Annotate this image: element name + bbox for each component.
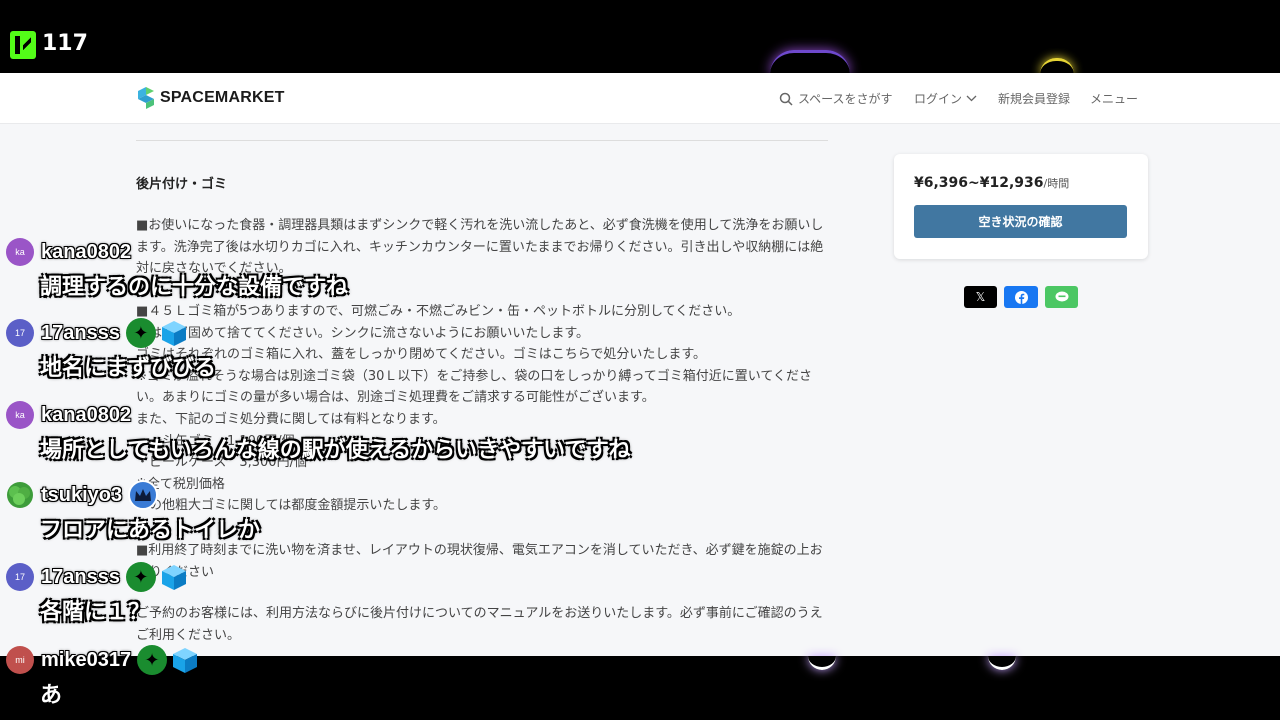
nav-search-link[interactable]: スペースをさがす [779,90,893,107]
price-unit: /時間 [1043,177,1070,190]
price-range: ¥6,396~¥12,936/時間 [914,175,1069,191]
chat-message: mi mike0317 ✦ あ [6,645,199,709]
chat-message: ka kana0802 調理するのに十分な設備ですね [6,237,348,301]
viewer-count: 117 [42,31,88,56]
chat-message: 17 17ansss ✦ 地名にまずびびる [6,318,216,382]
avatar: 17 [6,319,34,347]
nav-menu-link[interactable]: メニュー [1090,90,1138,107]
chat-username[interactable]: tsukiyo3 [41,484,122,507]
site-header: SPACEMARKET スペースをさがす ログイン 新規会員登録 メニュー [0,73,1280,124]
chat-username[interactable]: 17ansss [41,566,120,589]
chat-username[interactable]: mike0317 [41,649,131,672]
share-line-button[interactable] [1045,286,1078,308]
avatar: ka [6,401,34,429]
sparkle-badge-icon: ✦ [137,645,168,675]
chat-message: tsukiyo3 フロアにあるトイレか [6,480,260,544]
paragraph-manual: ご予約のお客様には、利用方法ならびに後片付けについてのマニュアルをお送りいたしま… [136,606,823,643]
line-icon [1055,291,1068,302]
share-facebook-button[interactable] [1004,286,1038,308]
nav-register-label: 新規会員登録 [998,92,1071,106]
price-value: ¥6,396~¥12,936 [914,175,1044,191]
facebook-icon [1014,290,1028,304]
content-divider [136,140,828,141]
chat-text: 調理するのに十分な設備ですね [40,275,349,300]
chat-text: あ [40,683,63,708]
check-availability-button[interactable]: 空き状況の確認 [914,205,1127,238]
stream-top-bar: 117 [0,0,1280,73]
share-x-button[interactable]: 𝕏 [964,286,997,308]
chevron-down-icon [966,95,977,102]
chat-message: ka kana0802 場所としてもいろんな線の駅が使えるからいきやすいですね [6,400,630,464]
avatar: ka [6,238,34,266]
spacemarket-logo-icon[interactable] [136,87,156,109]
price-card: ¥6,396~¥12,936/時間 空き状況の確認 [894,154,1148,259]
chat-text: フロアにあるトイレか [40,518,261,543]
avatar-leaf-icon [7,482,33,508]
chat-text: 地名にまずびびる [40,356,217,381]
sparkle-badge-icon: ✦ [125,318,156,348]
nav-search-label: スペースをさがす [798,92,893,106]
cube-badge-icon [161,321,186,346]
logo-text[interactable]: SPACEMARKET [160,89,285,107]
x-icon: 𝕏 [975,290,986,304]
nav-menu-label: メニュー [1090,92,1139,106]
chat-text: 場所としてもいろんな線の駅が使えるからいきやすいですね [40,438,631,463]
chat-message: 17 17ansss ✦ 各階に１？ [6,562,188,626]
avatar: 17 [6,563,34,591]
nav-login-link[interactable]: ログイン [914,90,977,107]
chat-username[interactable]: kana0802 [41,241,131,264]
sparkle-badge-icon: ✦ [125,562,156,592]
cube-badge-icon [173,648,198,673]
paragraph-checkout: ■利用終了時刻までに洗い物を済ませ、レイアウトの現状復帰、電気エアコンを消してい… [136,543,823,580]
chat-username[interactable]: kana0802 [41,404,131,427]
search-icon [779,92,793,106]
neon-sign-decoration [770,50,850,74]
section-title: 後片付け・ゴミ [136,177,228,192]
kick-logo-icon [10,31,36,59]
chat-text: 各階に１？ [40,600,151,625]
crown-badge-icon [128,480,159,510]
nav-login-label: ログイン [914,92,963,106]
neon-sign-decoration [1040,58,1074,74]
cube-badge-icon [161,565,186,590]
avatar: mi [6,646,34,674]
nav-register-link[interactable]: 新規会員登録 [998,90,1070,107]
chat-username[interactable]: 17ansss [41,322,120,345]
